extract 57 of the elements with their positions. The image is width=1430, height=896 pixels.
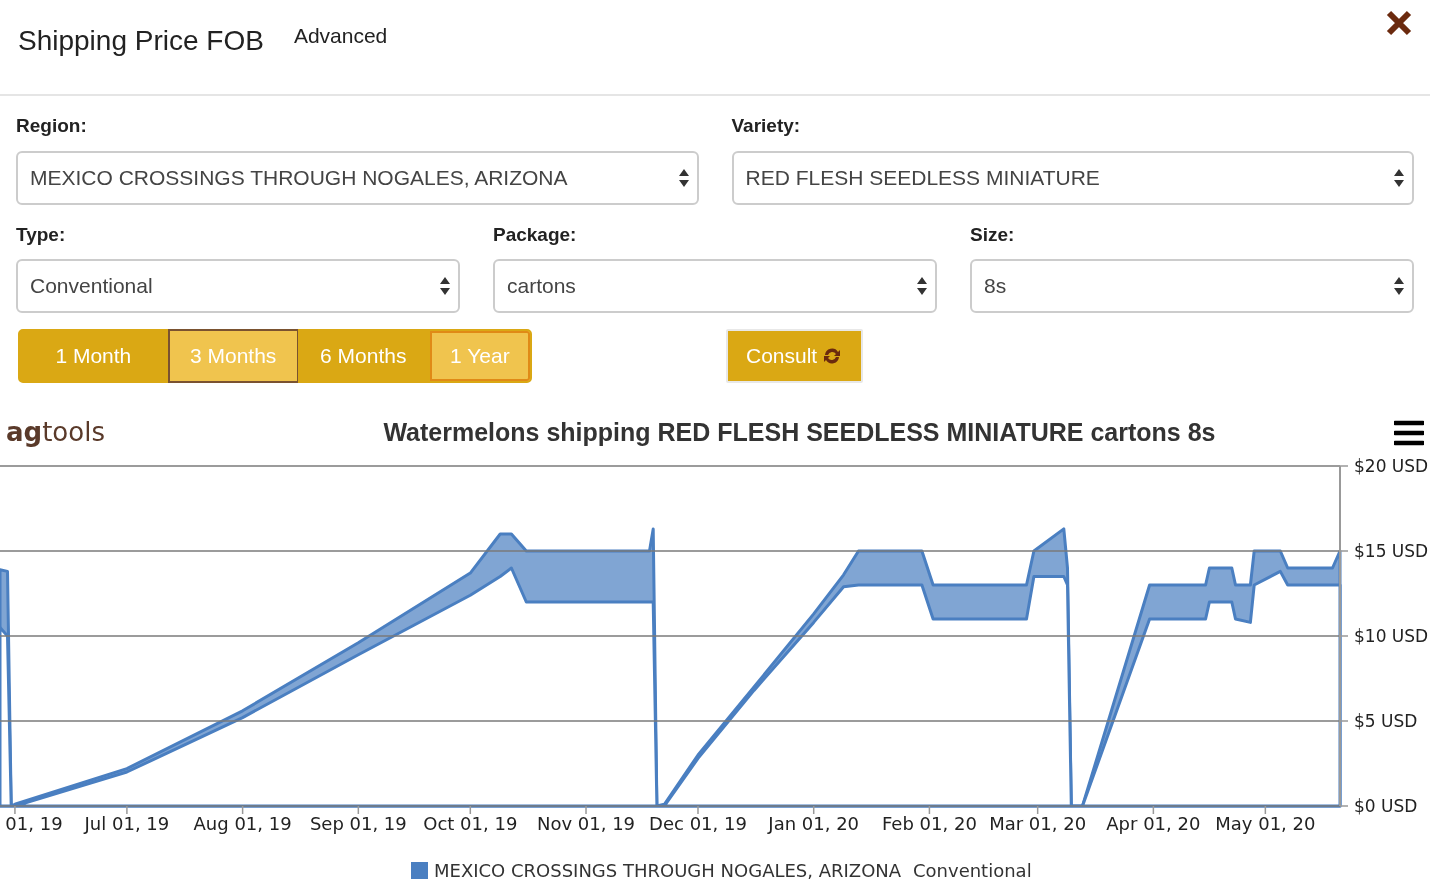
x-axis-label: Jul 01, 19 bbox=[84, 813, 170, 834]
legend-subtitle: Conventional bbox=[913, 860, 1032, 881]
legend-label[interactable]: MEXICO CROSSINGS THROUGH NOGALES, ARIZONA bbox=[434, 860, 902, 881]
x-tick bbox=[469, 805, 472, 815]
x-axis-label: Jan 01, 20 bbox=[768, 813, 860, 834]
x-axis-label: Sep 01, 19 bbox=[309, 813, 407, 834]
x-tick bbox=[241, 805, 244, 815]
menu-icon[interactable] bbox=[1394, 419, 1424, 446]
updown-arrows-icon bbox=[1394, 277, 1404, 295]
x-tick bbox=[585, 805, 587, 815]
y-tick bbox=[1339, 550, 1349, 552]
close-icon[interactable] bbox=[1386, 10, 1412, 36]
updown-arrows-icon bbox=[917, 277, 927, 295]
dropdown-field[interactable]: RED FLESH SEEDLESS MINIATURE bbox=[731, 150, 1414, 205]
updown-arrows-icon bbox=[678, 168, 689, 187]
y-axis-label: $20 USD bbox=[1354, 456, 1429, 476]
x-axis-label: Dec 01, 19 bbox=[649, 813, 747, 834]
dropdown-field[interactable]: cartons bbox=[493, 259, 937, 313]
y-axis-label: $0 USD bbox=[1354, 796, 1418, 816]
x-tick bbox=[812, 805, 815, 815]
x-axis-label: May 01, 20 bbox=[1215, 813, 1316, 834]
field-label: Size: bbox=[970, 222, 1016, 247]
y-axis-label: $5 USD bbox=[1354, 711, 1418, 731]
x-axis-label: Oct 01, 19 bbox=[423, 813, 518, 834]
chart-title: Watermelons shipping RED FLESH SEEDLESS MINIATURE cartons 8s bbox=[382, 416, 1217, 448]
field-label: Region: bbox=[16, 114, 88, 138]
field-label: Package: bbox=[493, 222, 578, 247]
x-tick bbox=[697, 805, 699, 815]
y-tick bbox=[1339, 635, 1349, 637]
x-axis-label: Nov 01, 19 bbox=[536, 813, 636, 834]
logo: agtools bbox=[6, 416, 105, 449]
x-tick bbox=[1264, 805, 1267, 815]
x-tick bbox=[928, 805, 931, 815]
x-tick bbox=[126, 805, 128, 815]
dropdown-field[interactable]: MEXICO CROSSINGS THROUGH NOGALES, ARIZONA bbox=[16, 150, 699, 205]
advanced-link[interactable]: Advanced bbox=[293, 20, 388, 52]
field-label: Type: bbox=[16, 222, 67, 247]
y-axis-label: $10 USD bbox=[1354, 626, 1429, 646]
x-axis-label: Mar 01, 20 bbox=[989, 813, 1087, 834]
x-axis-label: 01, 19 bbox=[5, 813, 63, 834]
x-tick bbox=[1152, 805, 1155, 815]
y-tick bbox=[1339, 805, 1349, 807]
y-axis-label: $15 USD bbox=[1354, 541, 1429, 561]
y-tick bbox=[1339, 465, 1349, 467]
x-axis-label: Feb 01, 20 bbox=[882, 813, 977, 834]
x-axis-label: Apr 01, 20 bbox=[1106, 813, 1201, 834]
x-tick bbox=[14, 805, 16, 815]
x-axis-label: Aug 01, 19 bbox=[193, 813, 292, 834]
updown-arrows-icon bbox=[440, 277, 450, 295]
y-tick bbox=[1339, 720, 1349, 722]
dialog-title: Shipping Price FOB bbox=[18, 24, 264, 58]
field-label: Variety: bbox=[731, 114, 802, 138]
x-tick bbox=[357, 805, 360, 815]
x-tick bbox=[1036, 805, 1039, 815]
updown-arrows-icon bbox=[1394, 168, 1404, 187]
dropdown-field[interactable]: Conventional bbox=[16, 259, 460, 313]
dropdown-field[interactable]: 8s bbox=[970, 259, 1414, 313]
